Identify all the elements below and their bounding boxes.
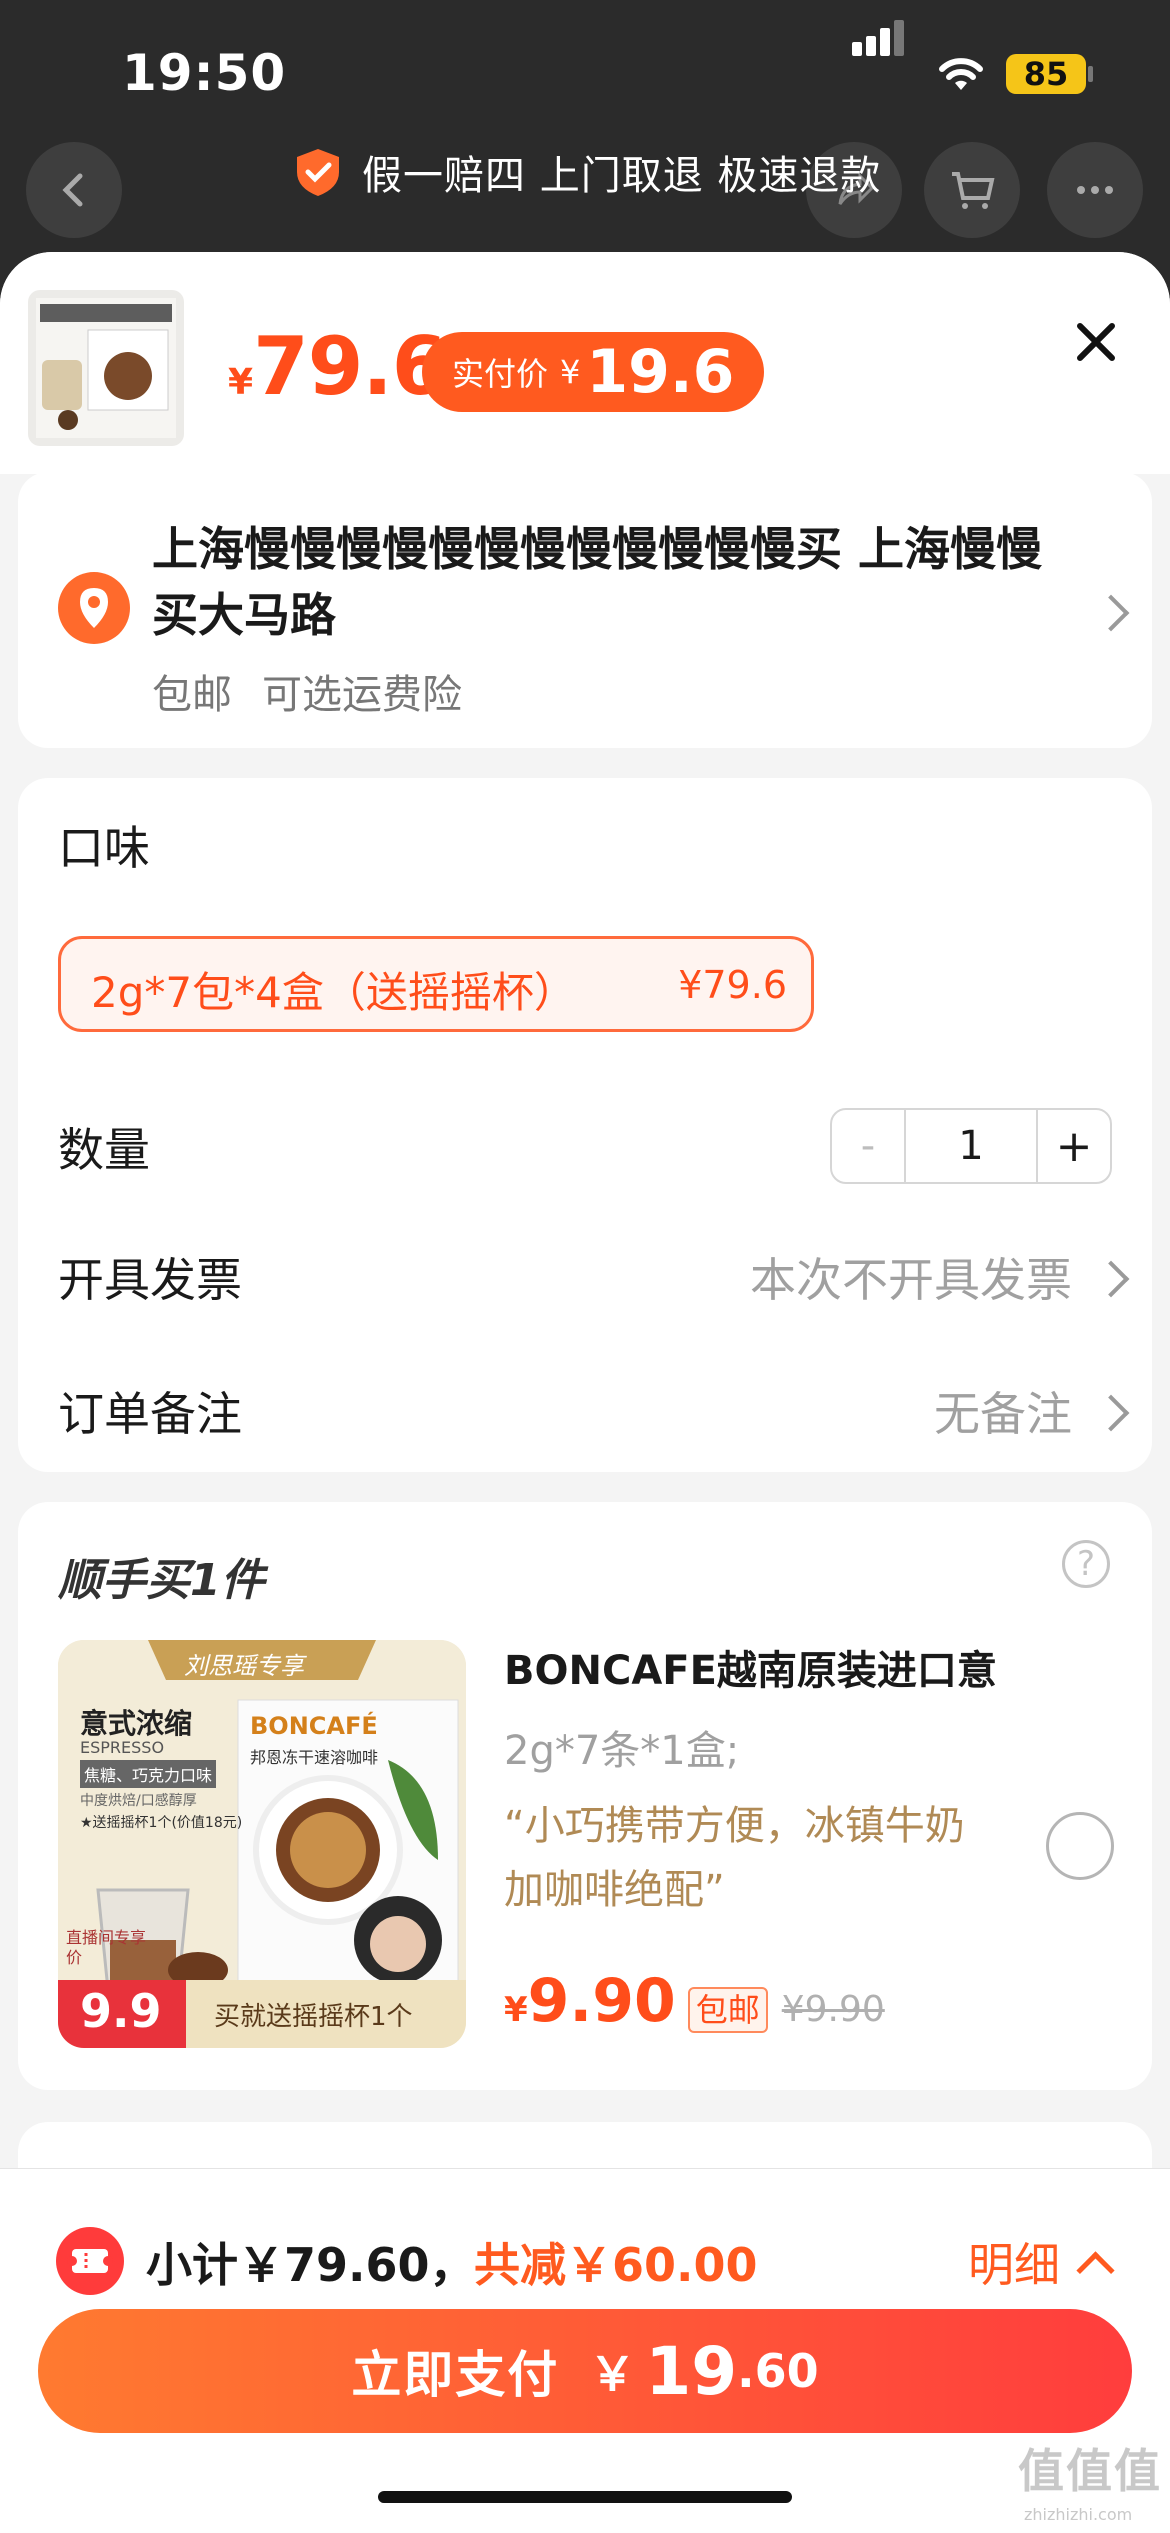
guarantee-text: 假一赔四 上门取退 极速退款 bbox=[362, 153, 882, 199]
chevron-right-icon bbox=[1092, 594, 1130, 632]
product-thumbnail[interactable] bbox=[28, 290, 184, 446]
order-note-label: 订单备注 bbox=[58, 1387, 242, 1441]
addon-select-radio[interactable] bbox=[1046, 1812, 1114, 1880]
flavor-label: 口味 bbox=[58, 821, 150, 875]
back-button[interactable] bbox=[26, 142, 122, 238]
invoice-label: 开具发票 bbox=[58, 1253, 242, 1307]
chevron-right-icon bbox=[1092, 1260, 1130, 1298]
quantity-plus-button[interactable]: + bbox=[1036, 1110, 1110, 1182]
quantity-label: 数量 bbox=[58, 1123, 150, 1177]
checkout-bar: 小计￥79.60， 共减￥60.00 明细 立即支付 ￥ 19 .60 值值值 … bbox=[0, 2168, 1170, 2533]
addon-card: 顺手买1件 ? 刘思瑶专享 意式浓缩 ESPRESSO 焦糖、巧克力口味 中度烘… bbox=[18, 1502, 1152, 2090]
pay-now-button[interactable]: 立即支付 ￥ 19 .60 bbox=[38, 2309, 1132, 2433]
battery-icon: 85 bbox=[1006, 54, 1086, 94]
location-icon bbox=[58, 572, 130, 644]
chevron-up-icon[interactable] bbox=[1076, 2251, 1115, 2290]
watermark-url: zhizhizhi.com bbox=[1024, 2505, 1133, 2524]
addon-title: 顺手买1件 bbox=[58, 1555, 265, 1606]
watermark-logo: 值值值 bbox=[1018, 2444, 1162, 2498]
home-indicator[interactable] bbox=[378, 2491, 792, 2503]
coupon-icon bbox=[56, 2227, 124, 2295]
sheet-header: ¥79.6 实付价 ¥ 19.6 bbox=[0, 252, 1170, 474]
battery-tip bbox=[1088, 66, 1093, 82]
chevron-right-icon bbox=[1092, 1394, 1130, 1432]
guarantee-banner: 假一赔四 上门取退 极速退款 bbox=[292, 144, 881, 200]
address-card[interactable]: 上海慢慢慢慢慢慢慢慢慢慢慢慢买 上海慢慢买大马路 包邮 可选运费险 bbox=[18, 472, 1152, 748]
shield-check-icon bbox=[297, 149, 339, 196]
more-icon bbox=[1077, 186, 1113, 194]
help-icon[interactable]: ? bbox=[1062, 1540, 1110, 1588]
cart-icon bbox=[952, 172, 995, 209]
product-price: ¥79.6 bbox=[228, 320, 447, 413]
addon-image[interactable]: 刘思瑶专享 意式浓缩 ESPRESSO 焦糖、巧克力口味 中度烘焙/口感醇厚 ★… bbox=[58, 1640, 466, 2048]
original-price: ¥9.90 bbox=[781, 1989, 885, 2030]
address-shipping: 包邮 可选运费险 bbox=[152, 672, 462, 718]
addon-name[interactable]: BONCAFE越南原装进口意 bbox=[504, 1638, 997, 1696]
chevron-left-icon bbox=[62, 173, 83, 207]
detail-toggle[interactable]: 明细 bbox=[968, 2229, 1060, 2295]
quantity-value[interactable]: 1 bbox=[906, 1110, 1036, 1182]
addon-quote: “小巧携带方便，冰镇牛奶加咖啡绝配” bbox=[504, 1803, 965, 1913]
addon-price: ¥ 9.90 包邮 ¥9.90 bbox=[504, 1966, 885, 2036]
quantity-stepper: - 1 + bbox=[830, 1108, 1112, 1184]
wifi-icon bbox=[939, 58, 983, 90]
options-card: 口味 2g*7包*4盒（送摇摇杯） ¥79.6 数量 - 1 + 开具发票 本次… bbox=[18, 778, 1152, 1472]
more-button[interactable] bbox=[1047, 142, 1143, 238]
cart-button[interactable] bbox=[924, 142, 1020, 238]
actual-price-badge: 实付价 ¥ 19.6 bbox=[422, 332, 765, 412]
invoice-value: 本次不开具发票 bbox=[750, 1253, 1072, 1307]
order-note-value: 无备注 bbox=[934, 1387, 1072, 1441]
free-shipping-badge: 包邮 bbox=[687, 1987, 768, 2033]
discount-text: 共减￥60.00 bbox=[474, 2238, 758, 2292]
subtotal-text: 小计￥79.60， bbox=[146, 2238, 476, 2292]
addon-spec: 2g*7条*1盒; bbox=[504, 1728, 740, 1774]
status-bar: 19:50 85 bbox=[0, 0, 1170, 140]
quantity-minus-button[interactable]: - bbox=[832, 1110, 906, 1182]
status-time: 19:50 bbox=[122, 44, 287, 102]
flavor-option-selected[interactable]: 2g*7包*4盒（送摇摇杯） ¥79.6 bbox=[58, 936, 814, 1032]
close-icon[interactable] bbox=[1072, 318, 1120, 366]
address-text: 上海慢慢慢慢慢慢慢慢慢慢慢慢买 上海慢慢买大马路 bbox=[152, 522, 1043, 642]
